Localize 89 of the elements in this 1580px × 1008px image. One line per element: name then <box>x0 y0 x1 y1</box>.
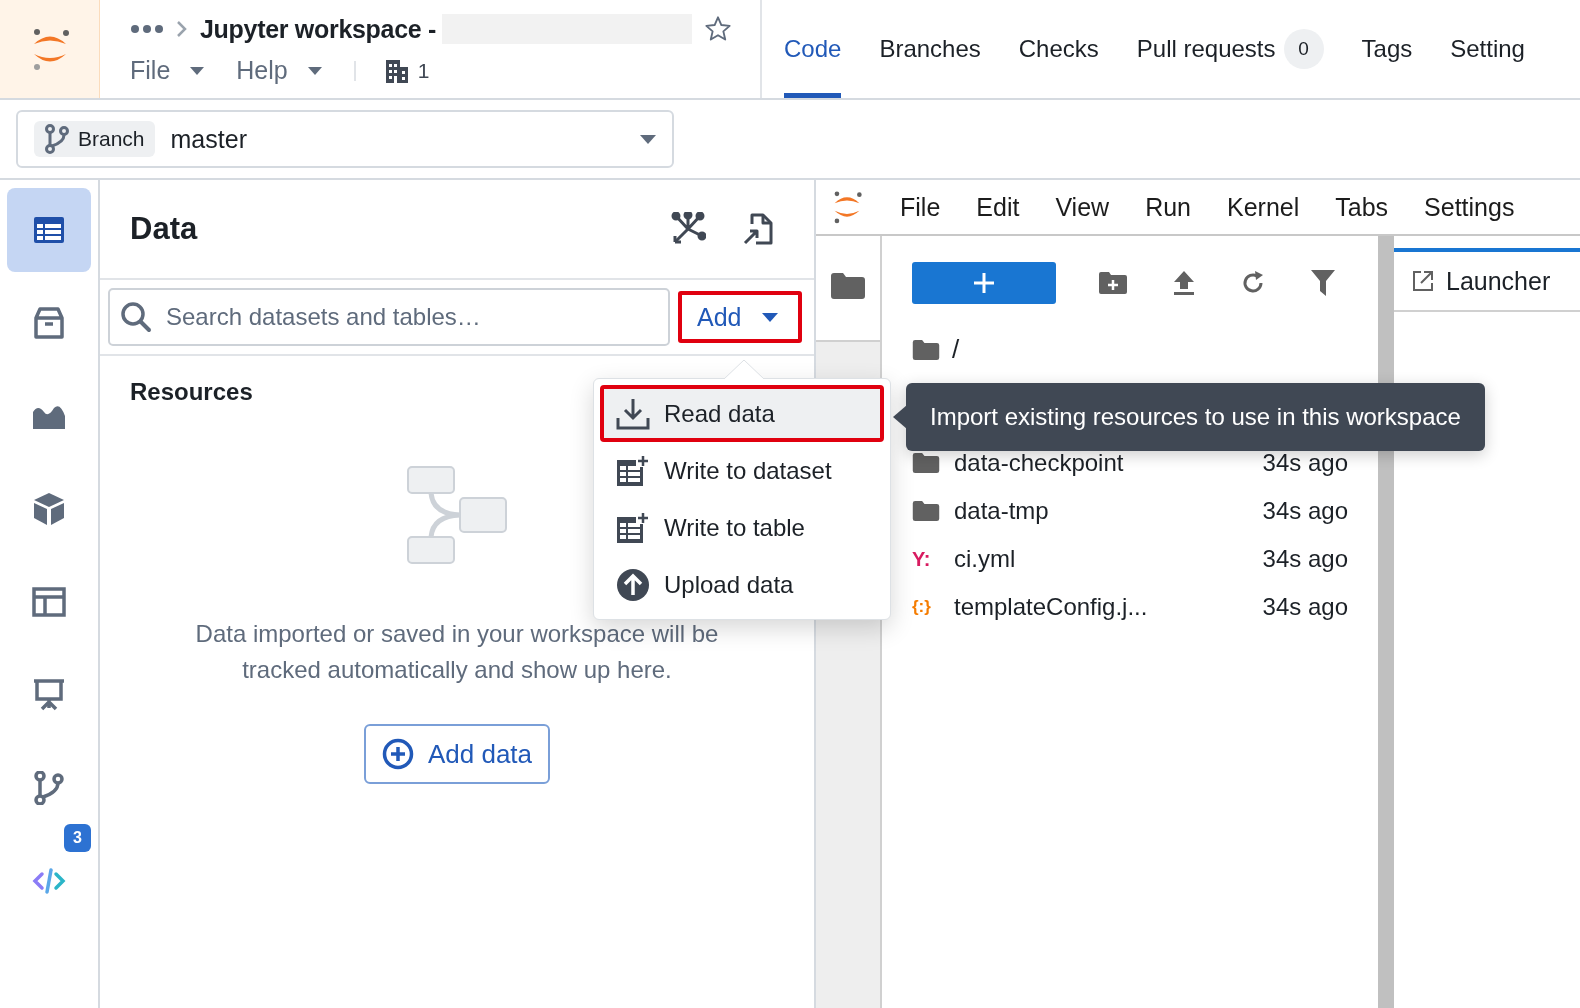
menu-item[interactable]: Write to dataset <box>600 442 884 499</box>
tab-label: Checks <box>1018 35 1099 63</box>
chevron-right-icon <box>176 20 188 38</box>
menu-button[interactable]: Help <box>236 56 322 85</box>
file-import-icon[interactable] <box>742 212 774 246</box>
lineage-graph-icon[interactable] <box>670 212 706 246</box>
presentation-icon <box>32 678 66 712</box>
menu-item[interactable]: Edit <box>976 192 1020 222</box>
building-icon <box>383 57 410 84</box>
empty-state-message: Data imported or saved in your workspace will be tracked automatically and show up here. <box>194 619 720 685</box>
table-add-icon <box>616 511 650 544</box>
file-name: data-checkpoint <box>954 449 1125 477</box>
tab-label: Pull requests <box>1136 35 1276 63</box>
modified-time: 34s ago <box>1262 545 1348 573</box>
caret-icon <box>307 66 322 75</box>
search-field[interactable]: Search datasets and tables… <box>108 288 670 346</box>
plus-circle-icon <box>381 738 414 770</box>
star-icon[interactable] <box>704 15 733 43</box>
modified-time: 34s ago <box>1262 593 1348 621</box>
upload-circle-icon <box>616 567 650 602</box>
file-row[interactable]: {:} templateConfig.j... 34s ago <box>912 583 1378 631</box>
folder-icon[interactable] <box>830 272 866 300</box>
menu-item[interactable]: Upload data <box>600 556 884 613</box>
plus-icon <box>973 272 995 294</box>
menu-item[interactable]: Kernel <box>1227 192 1300 222</box>
panel-title: Data <box>130 211 198 247</box>
file-row[interactable]: data-tmp 34s ago <box>912 487 1378 535</box>
branch-label: Branch <box>78 127 145 151</box>
file-row[interactable]: Y: ci.yml 34s ago <box>912 535 1378 583</box>
archive-box-icon <box>32 306 66 340</box>
section-heading: Resources <box>130 378 253 406</box>
tooltip-pointer <box>893 405 907 429</box>
building-count: 1 <box>417 58 430 83</box>
menu-item[interactable]: Read data <box>600 385 884 442</box>
branch-icon <box>44 124 70 154</box>
file-name: templateConfig.j... <box>954 593 1149 621</box>
repo-tab[interactable]: Checks <box>1018 0 1099 98</box>
repo-tab[interactable]: Code <box>784 0 842 98</box>
tab-label: Setting <box>1450 35 1525 63</box>
tab-label: Code <box>784 35 842 63</box>
app-logo-tile[interactable] <box>0 0 100 98</box>
launcher-tab[interactable]: Launcher <box>1394 248 1580 312</box>
sidebar-item[interactable] <box>7 188 91 272</box>
menu-item[interactable]: Write to table <box>600 499 884 556</box>
folder-icon <box>912 500 940 522</box>
branch-selector[interactable]: Branch master <box>16 110 674 168</box>
caret-icon <box>762 312 778 322</box>
cube-icon <box>33 492 65 526</box>
branch-name: master <box>170 124 248 154</box>
external-link-icon <box>1412 270 1434 292</box>
new-folder-icon[interactable] <box>1098 271 1128 295</box>
tab-label: Branches <box>879 35 981 63</box>
branch-icon <box>34 771 64 805</box>
folder-icon <box>912 452 940 474</box>
repo-tab[interactable]: Setting <box>1450 0 1525 98</box>
count-badge: 0 <box>1283 29 1324 69</box>
file-name: data-tmp <box>954 497 1050 525</box>
download-icon <box>616 397 650 430</box>
upload-icon[interactable] <box>1172 270 1196 296</box>
modified-time: 34s ago <box>1262 449 1348 477</box>
file-name: ci.yml <box>954 545 1017 573</box>
add-button[interactable]: Add <box>678 291 802 343</box>
table-add-icon <box>616 454 650 487</box>
more-icon[interactable] <box>130 24 164 34</box>
count-badge: 3 <box>64 824 91 852</box>
search-icon <box>120 301 152 333</box>
tab-label: Tags <box>1361 35 1413 63</box>
workspace-title: Jupyter workspace - <box>200 14 437 44</box>
caret-icon <box>640 134 656 144</box>
menu-button[interactable]: File <box>130 56 205 85</box>
repo-tab[interactable]: Tags <box>1361 0 1413 98</box>
menu-item[interactable]: Tabs <box>1335 192 1389 222</box>
menu-item[interactable]: Settings <box>1424 192 1515 222</box>
folder-icon[interactable] <box>912 338 940 361</box>
repo-tab[interactable]: Branches <box>879 0 981 98</box>
table-icon <box>33 216 65 244</box>
file-type-icon: {:} <box>912 597 940 617</box>
file-type-icon: Y: <box>912 547 940 571</box>
filter-icon[interactable] <box>1310 269 1336 297</box>
modified-time: 34s ago <box>1262 497 1348 525</box>
layout-icon <box>32 587 66 617</box>
menu-item[interactable]: View <box>1055 192 1110 222</box>
menu-item[interactable]: File <box>900 192 941 222</box>
code-icon <box>32 867 66 895</box>
menu-item[interactable]: Run <box>1145 192 1191 222</box>
caret-icon <box>190 66 205 75</box>
repo-tab[interactable]: Pull requests 0 <box>1136 0 1324 98</box>
path-breadcrumb[interactable]: / <box>952 334 960 365</box>
add-data-button[interactable]: Add data <box>363 724 551 784</box>
